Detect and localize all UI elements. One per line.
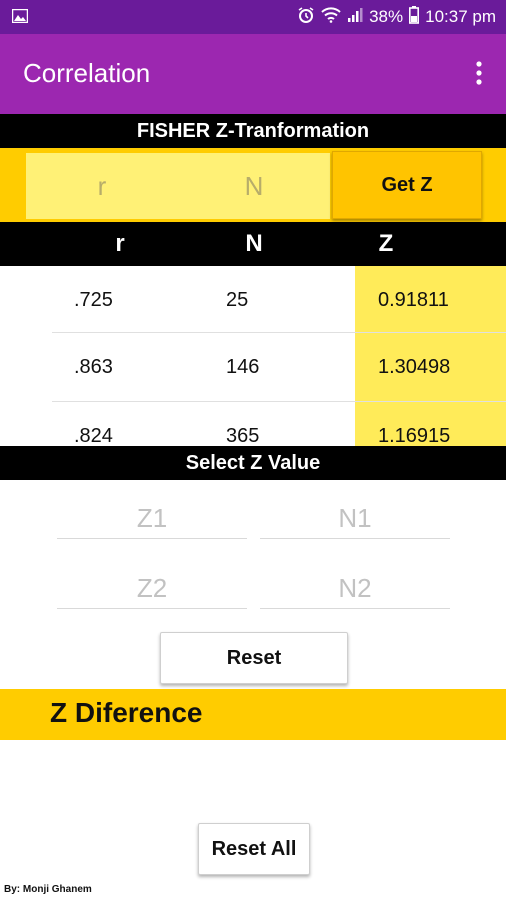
wifi-icon [321, 6, 341, 28]
r-input[interactable]: r [26, 153, 178, 219]
column-header-z: Z [378, 230, 394, 257]
app-title: Correlation [23, 58, 151, 88]
table-row[interactable]: .863 146 1.30498 [0, 333, 506, 402]
cell-n: 25 [226, 289, 249, 311]
cell-n: 365 [226, 425, 260, 446]
z2-input[interactable]: Z2 [57, 568, 247, 609]
z-difference-bar: Z Diference [0, 689, 506, 740]
column-header-r: r [115, 230, 125, 257]
column-header-n: N [245, 230, 263, 257]
cell-n: 146 [226, 356, 260, 378]
status-bar: 38% 10:37 pm [0, 0, 506, 34]
n1-input[interactable]: N1 [260, 498, 450, 539]
more-vert-icon[interactable] [474, 60, 484, 88]
results-table[interactable]: .725 25 0.91811 .863 146 1.30498 .824 36… [0, 266, 506, 446]
alarm-icon [297, 6, 315, 29]
table-row[interactable]: .824 365 1.16915 [0, 402, 506, 446]
image-icon [11, 8, 29, 24]
cell-r: .863 [74, 356, 113, 378]
reset-all-button[interactable]: Reset All [198, 823, 310, 875]
cell-r: .824 [74, 425, 113, 446]
cell-r: .725 [74, 289, 113, 311]
z1-input[interactable]: Z1 [57, 498, 247, 539]
table-row[interactable]: .725 25 0.91811 [0, 266, 506, 335]
battery-icon [409, 5, 420, 29]
cell-z: 1.30498 [378, 356, 451, 378]
reset-button[interactable]: Reset [160, 632, 348, 684]
author-credit: By: Monji Ghanem [4, 884, 92, 895]
n2-input[interactable]: N2 [260, 568, 450, 609]
get-z-button[interactable]: Get Z [332, 151, 482, 219]
signal-icon [347, 7, 363, 28]
select-z-header: Select Z Value [0, 446, 506, 480]
z-difference-label: Z Diference [50, 697, 203, 728]
clock-text: 10:37 pm [425, 7, 496, 26]
n-input[interactable]: N [178, 153, 330, 219]
cell-z: 1.16915 [378, 425, 451, 446]
cell-z: 0.91811 [378, 289, 449, 311]
fisher-header: FISHER Z-Tranformation [0, 114, 506, 148]
battery-text: 38% [369, 7, 404, 26]
app-bar: Correlation [0, 34, 506, 114]
